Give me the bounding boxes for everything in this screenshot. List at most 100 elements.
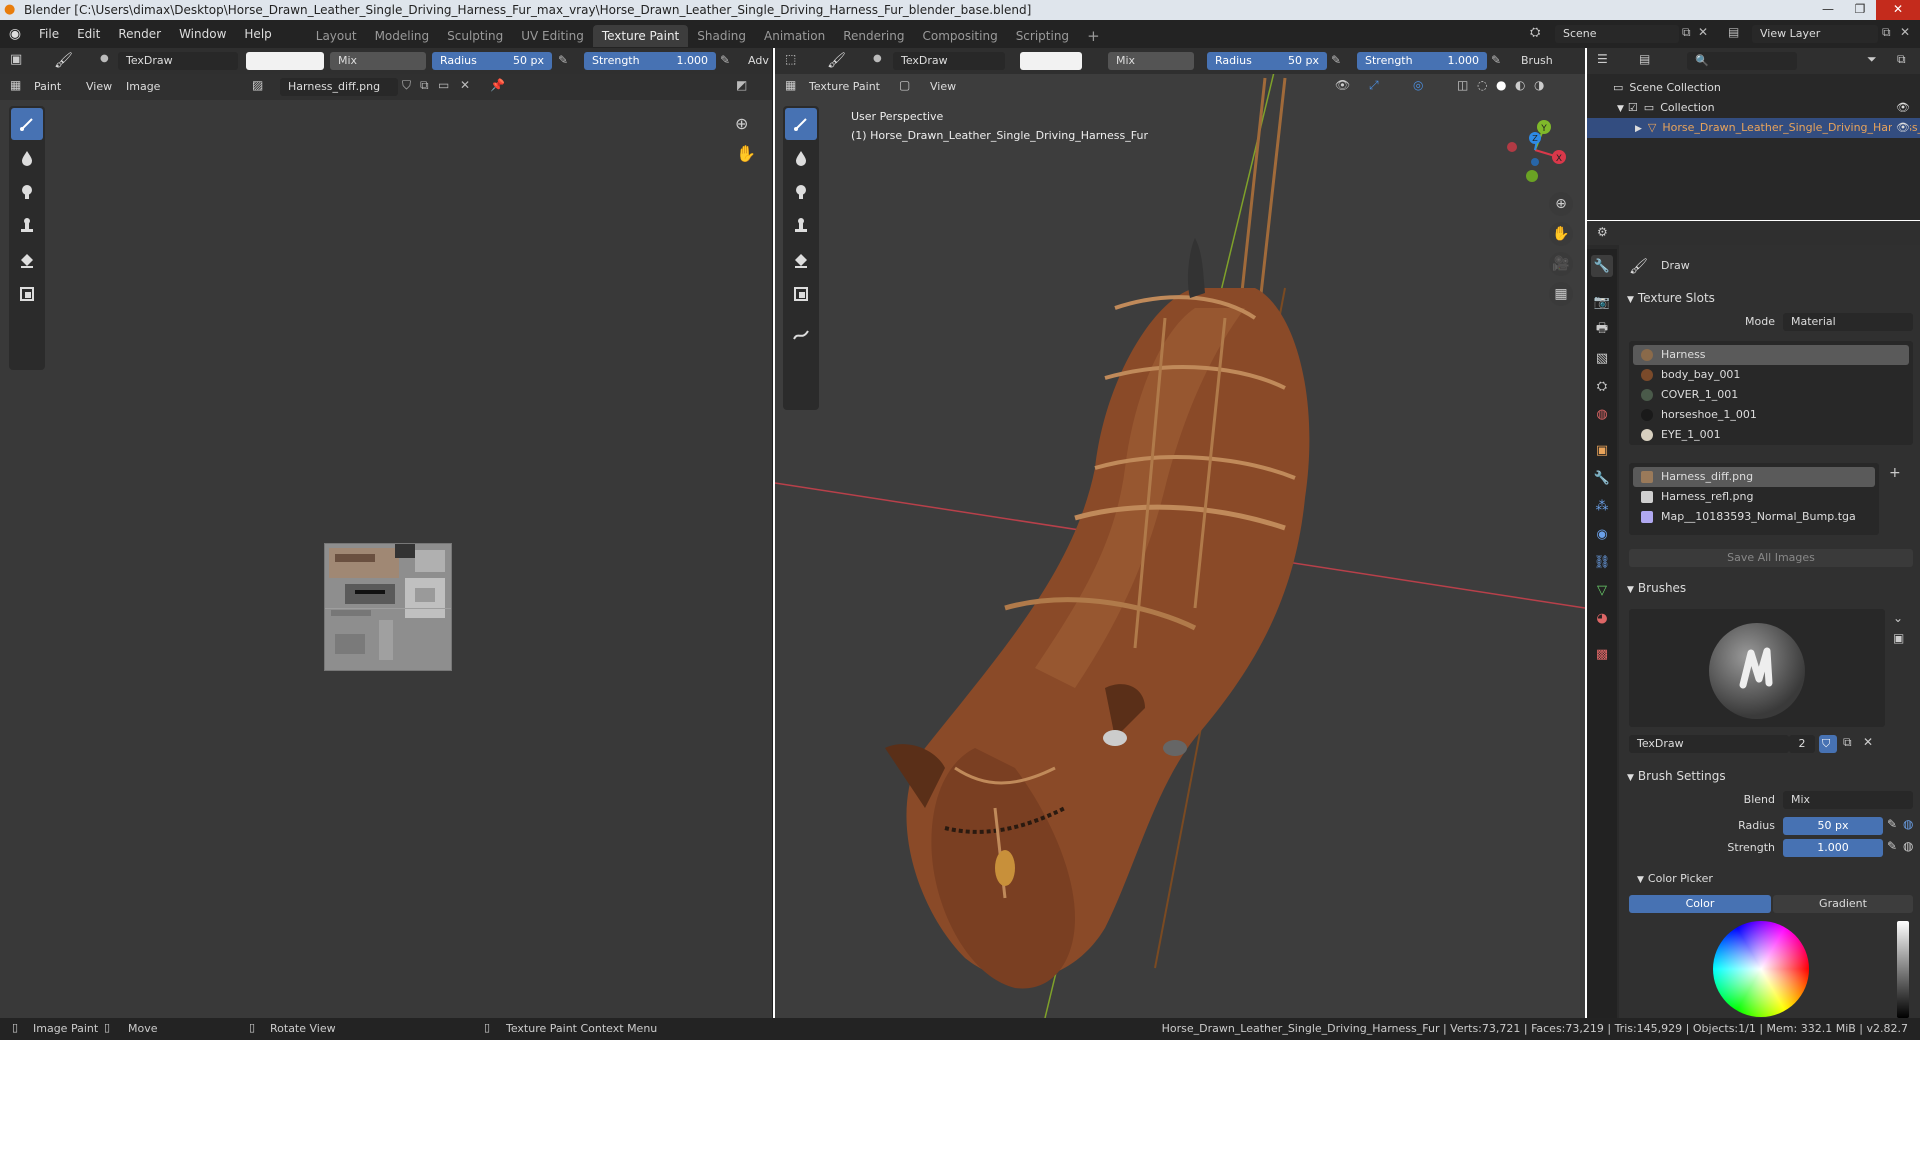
radius-field[interactable]: Radius 50 px xyxy=(432,52,552,70)
unlink-image-icon[interactable]: ✕ xyxy=(460,78,470,92)
radius-unit-icon[interactable]: ◍ xyxy=(1903,817,1913,831)
material-slot[interactable]: body_bay_001 xyxy=(1633,365,1909,385)
brush-fake-user-icon[interactable]: ⛉ xyxy=(1819,735,1837,753)
viewport-mode-select[interactable]: Texture Paint xyxy=(809,78,880,96)
viewport-brush-name-field[interactable]: TexDraw xyxy=(893,52,1005,70)
open-image-folder-icon[interactable]: ▭ xyxy=(438,78,449,92)
view-layer-tab[interactable]: ▧ xyxy=(1591,347,1613,369)
checkbox-icon[interactable]: ☑ xyxy=(1628,101,1638,114)
viewport-zoom-icon[interactable]: ⊕ xyxy=(1549,192,1573,216)
tool-properties-tab[interactable]: 🔧 xyxy=(1591,255,1613,277)
camera-view-icon[interactable]: 🎥 xyxy=(1549,252,1573,276)
viewport-strength-field[interactable]: Strength 1.000 xyxy=(1357,52,1487,70)
scene-properties-tab[interactable]: ⛭ xyxy=(1591,375,1613,397)
pin-icon[interactable]: 📌 xyxy=(490,78,505,92)
properties-editor-type-icon[interactable]: ⚙ xyxy=(1597,225,1608,239)
display-channels-icon[interactable]: ◩ xyxy=(736,78,747,92)
viewport-fill-tool[interactable] xyxy=(785,244,817,276)
viewport-pan-icon[interactable]: ✋ xyxy=(1549,222,1573,246)
fill-tool[interactable] xyxy=(11,244,43,276)
texture-image-canvas[interactable] xyxy=(324,543,452,671)
tab-scripting[interactable]: Scripting xyxy=(1007,25,1078,47)
collection-visibility-icon[interactable]: 👁 xyxy=(1896,98,1910,118)
radius-pressure-icon[interactable]: ✎ xyxy=(1887,817,1897,831)
strength-pressure-icon[interactable]: ✎ xyxy=(1887,839,1897,853)
viewport-radius-field[interactable]: Radius 50 px xyxy=(1207,52,1327,70)
viewport-scene[interactable] xyxy=(775,48,1585,1018)
pan-hand-icon[interactable]: ✋ xyxy=(736,144,756,163)
strength-field[interactable]: Strength 1.000 xyxy=(584,52,716,70)
view-layer-field[interactable]: View Layer xyxy=(1752,25,1878,43)
viewport-radius-pressure-icon[interactable]: ✎ xyxy=(1331,53,1341,67)
gradient-tab[interactable]: Gradient xyxy=(1773,895,1913,913)
tab-uv-editing[interactable]: UV Editing xyxy=(512,25,593,47)
texture-mode-select[interactable]: Material xyxy=(1783,313,1913,331)
viewport-mask-tool[interactable] xyxy=(785,278,817,310)
image-slot[interactable]: Map__10183593_Normal_Bump.tga xyxy=(1633,507,1875,527)
smear-tool[interactable] xyxy=(11,176,43,208)
brushes-panel-header[interactable]: ▼ Brushes xyxy=(1627,577,1912,599)
tab-sculpting[interactable]: Sculpting xyxy=(438,25,512,47)
scene-name-field[interactable]: Scene xyxy=(1555,25,1679,43)
image-menu[interactable]: Image xyxy=(126,78,160,96)
scene-collection-row[interactable]: ▭ Scene Collection xyxy=(1587,78,1920,98)
color-picker-panel-header[interactable]: ▼ Color Picker xyxy=(1637,867,1912,889)
tab-layout[interactable]: Layout xyxy=(307,25,366,47)
menu-window[interactable]: Window xyxy=(170,20,235,48)
delete-scene-icon[interactable]: ✕ xyxy=(1698,25,1708,39)
texture-properties-tab[interactable]: ▩ xyxy=(1591,643,1613,665)
zoom-icon[interactable]: ⊕ xyxy=(735,114,748,133)
ortho-toggle-icon[interactable]: ▦ xyxy=(1549,282,1573,306)
brush-datablock-name[interactable]: TexDraw xyxy=(1629,735,1789,753)
annotate-tool[interactable] xyxy=(785,318,817,350)
display-mode-icon[interactable]: ▤ xyxy=(1639,52,1650,66)
particles-properties-tab[interactable]: ⁂ xyxy=(1591,495,1613,517)
image-slot[interactable]: Harness_diff.png xyxy=(1633,467,1875,487)
wireframe-shading-icon[interactable]: ◌ xyxy=(1477,78,1487,92)
viewport-editor-type-icon[interactable]: ⬚ xyxy=(785,52,796,66)
object-properties-tab[interactable]: ▣ xyxy=(1591,439,1613,461)
material-slot[interactable]: COVER_1_001 xyxy=(1633,385,1909,405)
mask-tool[interactable] xyxy=(11,278,43,310)
viewport-view-menu[interactable]: View xyxy=(930,78,956,96)
blend-select[interactable]: Mix xyxy=(1783,791,1913,809)
menu-render[interactable]: Render xyxy=(109,20,170,48)
viewport-clone-tool[interactable] xyxy=(785,210,817,242)
gizmo-toggle-icon[interactable]: ⤢ xyxy=(1369,78,1379,93)
duplicate-brush-icon[interactable]: ⧉ xyxy=(1843,735,1852,750)
brush-list-dropdown-icon[interactable]: ⌄ xyxy=(1893,611,1903,625)
strength-field[interactable]: 1.000 xyxy=(1783,839,1883,857)
strength-pressure-icon[interactable]: ✎ xyxy=(720,53,730,67)
brush-preview-box[interactable] xyxy=(1629,609,1885,727)
tab-animation[interactable]: Animation xyxy=(755,25,834,47)
image-slot[interactable]: Harness_refl.png xyxy=(1633,487,1875,507)
texture-slots-panel-header[interactable]: ▼ Texture Slots xyxy=(1627,287,1912,309)
draw-tool[interactable] xyxy=(11,108,43,140)
viewport-smear-tool[interactable] xyxy=(785,176,817,208)
maximize-button[interactable]: ❐ xyxy=(1844,0,1876,20)
render-properties-tab[interactable]: 📷 xyxy=(1591,291,1613,313)
tab-compositing[interactable]: Compositing xyxy=(913,25,1006,47)
minimize-button[interactable]: — xyxy=(1812,0,1844,20)
image-name-field[interactable]: Harness_diff.png xyxy=(280,78,398,96)
advanced-menu[interactable]: Adv xyxy=(748,52,769,70)
solid-shading-icon[interactable]: ● xyxy=(1496,78,1506,92)
new-scene-icon[interactable]: ⧉ xyxy=(1682,25,1691,40)
tab-shading[interactable]: Shading xyxy=(688,25,755,47)
filter-icon[interactable]: ⏷ xyxy=(1867,52,1877,67)
color-tab[interactable]: Color xyxy=(1629,895,1771,913)
blender-menu-icon[interactable]: ◉ xyxy=(0,26,30,42)
material-slot[interactable]: horseshoe_1_001 xyxy=(1633,405,1909,425)
physics-properties-tab[interactable]: ◉ xyxy=(1591,523,1613,545)
outliner-search-input[interactable]: 🔍 xyxy=(1687,52,1797,70)
material-slot[interactable]: EYE_1_001 xyxy=(1633,425,1909,445)
object-expand-icon[interactable]: ▶ xyxy=(1635,124,1642,134)
brush-users-count[interactable]: 2 xyxy=(1789,735,1815,753)
expand-arrow-icon[interactable]: ▼ xyxy=(1617,104,1624,114)
material-shading-icon[interactable]: ◐ xyxy=(1515,78,1525,92)
menu-edit[interactable]: Edit xyxy=(68,20,109,48)
save-all-images-button[interactable]: Save All Images xyxy=(1629,549,1913,567)
tab-modeling[interactable]: Modeling xyxy=(366,25,439,47)
add-workspace-button[interactable]: + xyxy=(1078,25,1109,47)
radius-field[interactable]: 50 px xyxy=(1783,817,1883,835)
